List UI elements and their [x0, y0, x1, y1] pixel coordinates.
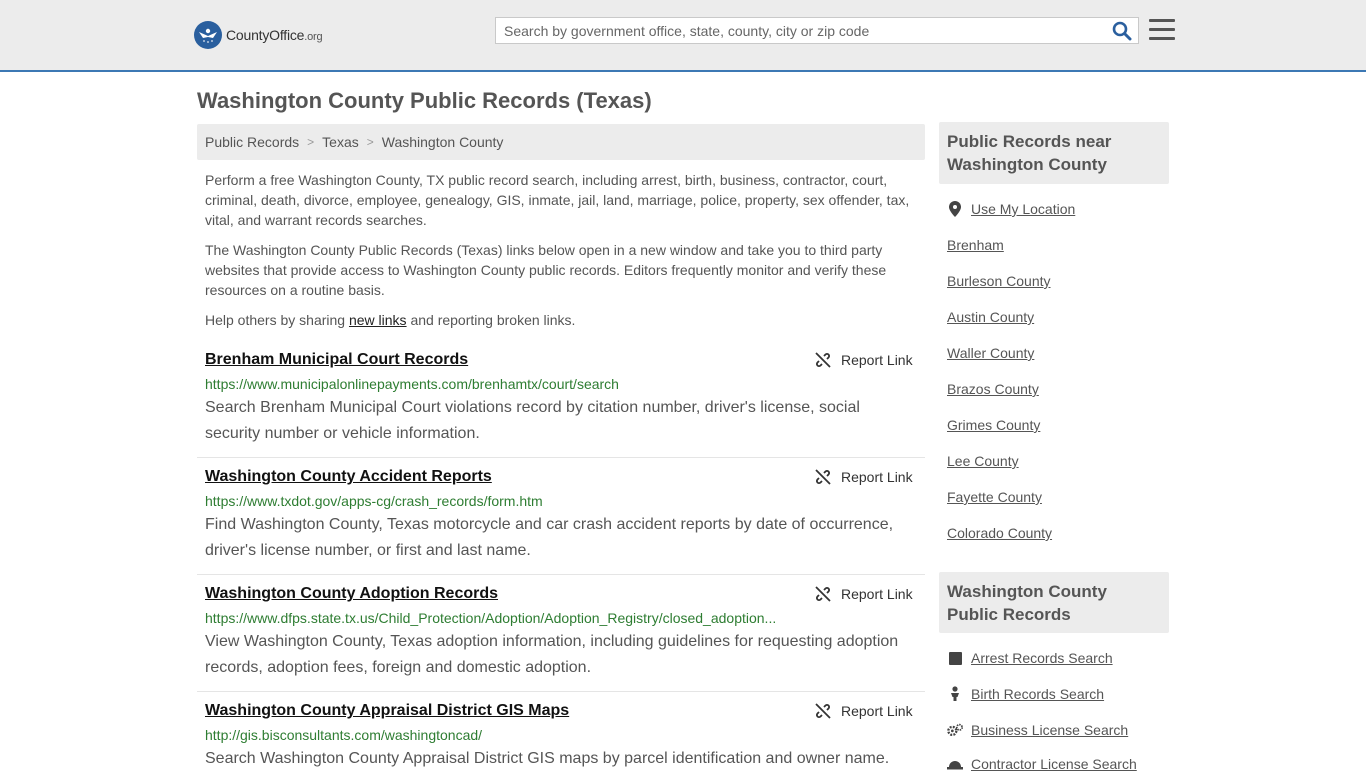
broken-link-icon: [815, 586, 831, 602]
broken-link-icon: [815, 703, 831, 719]
record-url[interactable]: https://www.dfps.state.tx.us/Child_Prote…: [205, 610, 776, 626]
map-marker-icon: [947, 201, 963, 217]
record-description: Search Washington County Appraisal Distr…: [205, 750, 890, 767]
business-license-search-link[interactable]: Business License Search: [947, 722, 1128, 738]
hamburger-menu-icon[interactable]: [1149, 19, 1175, 41]
use-my-location-link[interactable]: Use My Location: [947, 201, 1075, 217]
record-url[interactable]: https://www.municipalonlinepayments.com/…: [205, 376, 619, 392]
birth-records-search-link[interactable]: Birth Records Search: [947, 686, 1104, 702]
breadcrumb-separator-icon: >: [366, 135, 374, 149]
top-bar: CountyOffice.org: [0, 0, 1366, 72]
breadcrumb-separator-icon: >: [307, 135, 315, 149]
report-link-button[interactable]: Report Link: [815, 703, 913, 719]
gears-icon: [947, 722, 963, 738]
intro-paragraph: Perform a free Washington County, TX pub…: [205, 172, 910, 228]
record-description: Search Brenham Municipal Court violation…: [205, 399, 860, 442]
record-item: Washington County Adoption Records Repor…: [197, 585, 925, 692]
record-item: Washington County Appraisal District GIS…: [197, 702, 925, 768]
broken-link-icon: [815, 469, 831, 485]
nearby-link-austin-county[interactable]: Austin County: [947, 309, 1034, 325]
logo-text: CountyOffice.org: [226, 27, 323, 43]
nearby-link-fayette-county[interactable]: Fayette County: [947, 489, 1042, 505]
new-links-link[interactable]: new links: [349, 312, 407, 328]
logo-eagle-icon: [194, 21, 222, 49]
record-description: Find Washington County, Texas motorcycle…: [205, 516, 894, 559]
nearby-link-grimes-county[interactable]: Grimes County: [947, 417, 1040, 433]
search-icon[interactable]: [1112, 21, 1132, 41]
record-description: View Washington County, Texas adoption i…: [205, 633, 899, 676]
broken-link-icon: [815, 352, 831, 368]
baby-icon: [947, 686, 963, 702]
disclaimer-paragraph: The Washington County Public Records (Te…: [205, 242, 887, 298]
square-icon: [947, 650, 963, 666]
nearby-link-colorado-county[interactable]: Colorado County: [947, 525, 1052, 541]
search-input[interactable]: [496, 18, 1112, 43]
breadcrumb: Public Records > Texas > Washington Coun…: [197, 124, 925, 160]
county-records-header: Washington County Public Records: [939, 572, 1169, 633]
nearby-link-burleson-county[interactable]: Burleson County: [947, 273, 1051, 289]
report-link-button[interactable]: Report Link: [815, 352, 913, 368]
record-item: Washington County Accident Reports Repor…: [197, 468, 925, 575]
county-records-title: Washington County Public Records: [947, 582, 1107, 624]
record-title-link[interactable]: Brenham Municipal Court Records: [205, 351, 468, 369]
nearby-link-waller-county[interactable]: Waller County: [947, 345, 1034, 361]
search-box: [495, 17, 1139, 44]
record-title-link[interactable]: Washington County Accident Reports: [205, 468, 492, 486]
record-url[interactable]: http://gis.bisconsultants.com/washington…: [205, 727, 482, 743]
page-title: Washington County Public Records (Texas): [197, 88, 652, 113]
nearby-link-brenham[interactable]: Brenham: [947, 237, 1004, 253]
nearby-records-title: Public Records near Washington County: [947, 132, 1112, 174]
breadcrumb-texas[interactable]: Texas: [322, 134, 359, 150]
contractor-license-search-link[interactable]: Contractor License Search: [947, 756, 1137, 772]
breadcrumb-washington-county: Washington County: [381, 134, 504, 150]
record-url[interactable]: https://www.txdot.gov/apps-cg/crash_reco…: [205, 493, 543, 509]
breadcrumb-public-records[interactable]: Public Records: [205, 134, 299, 150]
nearby-records-header: Public Records near Washington County: [939, 122, 1169, 184]
share-paragraph: Help others by sharing new links and rep…: [205, 312, 576, 328]
record-title-link[interactable]: Washington County Appraisal District GIS…: [205, 702, 569, 720]
site-logo[interactable]: CountyOffice.org: [194, 20, 323, 50]
record-title-link[interactable]: Washington County Adoption Records: [205, 585, 498, 603]
hardhat-icon: [947, 756, 963, 772]
record-item: Brenham Municipal Court Records Report L…: [197, 351, 925, 458]
report-link-button[interactable]: Report Link: [815, 586, 913, 602]
nearby-link-brazos-county[interactable]: Brazos County: [947, 381, 1039, 397]
arrest-records-search-link[interactable]: Arrest Records Search: [947, 650, 1113, 666]
nearby-link-lee-county[interactable]: Lee County: [947, 453, 1019, 469]
report-link-button[interactable]: Report Link: [815, 469, 913, 485]
